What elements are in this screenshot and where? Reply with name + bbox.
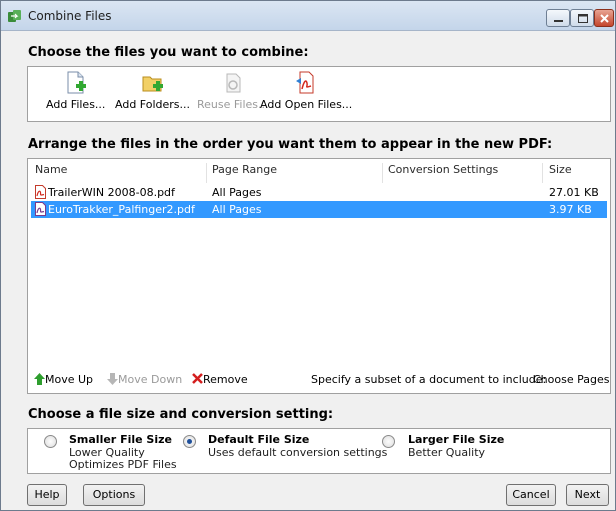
column-header-size[interactable]: Size: [549, 163, 572, 183]
add-folder-icon: [142, 76, 163, 92]
move-down-button[interactable]: Move Down: [107, 373, 182, 386]
add-folders-label: Add Folders...: [115, 98, 191, 111]
column-divider: [206, 163, 207, 183]
maximize-icon: [578, 14, 588, 23]
file-row[interactable]: TrailerWIN 2008-08.pdf All Pages 27.01 K…: [31, 184, 607, 201]
default-file-size-title: Default File Size: [208, 433, 310, 446]
reuse-files-icon: [226, 73, 241, 93]
default-file-size-radio[interactable]: [183, 435, 196, 448]
subset-prompt: Specify a subset of a document to includ…: [311, 373, 547, 386]
smaller-file-size-desc: Optimizes PDF Files: [69, 458, 177, 471]
window-title: Combine Files: [28, 9, 112, 23]
reuse-files-button[interactable]: Reuse Files...: [197, 71, 269, 111]
file-name: EuroTrakker_Palfinger2.pdf: [48, 203, 195, 216]
pdf-file-icon: [296, 71, 314, 94]
column-header-conversion-settings[interactable]: Conversion Settings: [388, 163, 498, 183]
file-list[interactable]: Name Page Range Conversion Settings Size…: [27, 158, 611, 394]
options-button[interactable]: Options: [83, 484, 145, 506]
add-files-button[interactable]: Add Files...: [46, 71, 105, 111]
next-button[interactable]: Next: [566, 484, 609, 506]
minimize-icon: [554, 20, 563, 22]
combine-files-icon: [8, 10, 21, 22]
column-header-page-range[interactable]: Page Range: [212, 163, 277, 183]
column-header-name[interactable]: Name: [35, 163, 67, 183]
add-files-toolbar: Add Files... Add Folders... Reuse Files.…: [27, 66, 611, 122]
default-file-size-desc: Uses default conversion settings: [208, 446, 388, 459]
arrange-files-heading: Arrange the files in the order you want …: [28, 137, 553, 152]
combine-files-window: Combine Files Choose the files you want …: [0, 0, 616, 511]
smaller-file-size-title: Smaller File Size: [69, 433, 172, 446]
smaller-file-size-radio[interactable]: [44, 435, 57, 448]
file-row-selected[interactable]: EuroTrakker_Palfinger2.pdf All Pages 3.9…: [31, 201, 607, 218]
larger-file-size-desc: Better Quality: [408, 446, 486, 459]
pdf-file-icon: [35, 202, 46, 216]
add-file-icon: [67, 71, 86, 94]
file-size: 3.97 KB: [549, 203, 592, 216]
file-name: TrailerWIN 2008-08.pdf: [48, 186, 175, 199]
file-size-heading: Choose a file size and conversion settin…: [28, 407, 334, 422]
maximize-button[interactable]: [570, 9, 594, 27]
arrow-down-icon: [107, 373, 118, 385]
file-size-options: Smaller File Size Lower Quality Optimize…: [27, 428, 611, 474]
add-files-label: Add Files...: [46, 98, 106, 111]
close-button[interactable]: [594, 9, 614, 27]
larger-file-size-title: Larger File Size: [408, 433, 505, 446]
reuse-files-label: Reuse Files...: [197, 98, 269, 111]
column-divider: [542, 163, 543, 183]
remove-icon: [192, 373, 203, 384]
arrow-up-icon: [34, 373, 45, 385]
column-divider: [382, 163, 383, 183]
remove-label: Remove: [203, 373, 248, 386]
larger-file-size-radio[interactable]: [382, 435, 395, 448]
add-folders-button[interactable]: Add Folders...: [115, 71, 190, 111]
choose-pages-button[interactable]: Choose Pages: [533, 373, 609, 386]
file-page-range: All Pages: [212, 186, 262, 199]
help-button[interactable]: Help: [27, 484, 67, 506]
choose-files-heading: Choose the files you want to combine:: [28, 45, 309, 60]
remove-button[interactable]: Remove: [192, 373, 248, 386]
close-icon: [600, 14, 609, 23]
pdf-file-icon: [35, 185, 46, 199]
cancel-button[interactable]: Cancel: [506, 484, 556, 506]
move-down-label: Move Down: [118, 373, 183, 386]
add-open-files-label: Add Open Files...: [260, 98, 353, 111]
move-up-button[interactable]: Move Up: [34, 373, 93, 386]
move-up-label: Move Up: [45, 373, 94, 386]
file-size: 27.01 KB: [549, 186, 599, 199]
minimize-button[interactable]: [546, 9, 570, 27]
file-page-range: All Pages: [212, 203, 262, 216]
title-bar[interactable]: Combine Files: [1, 1, 615, 31]
add-open-files-button[interactable]: Add Open Files...: [260, 71, 352, 111]
